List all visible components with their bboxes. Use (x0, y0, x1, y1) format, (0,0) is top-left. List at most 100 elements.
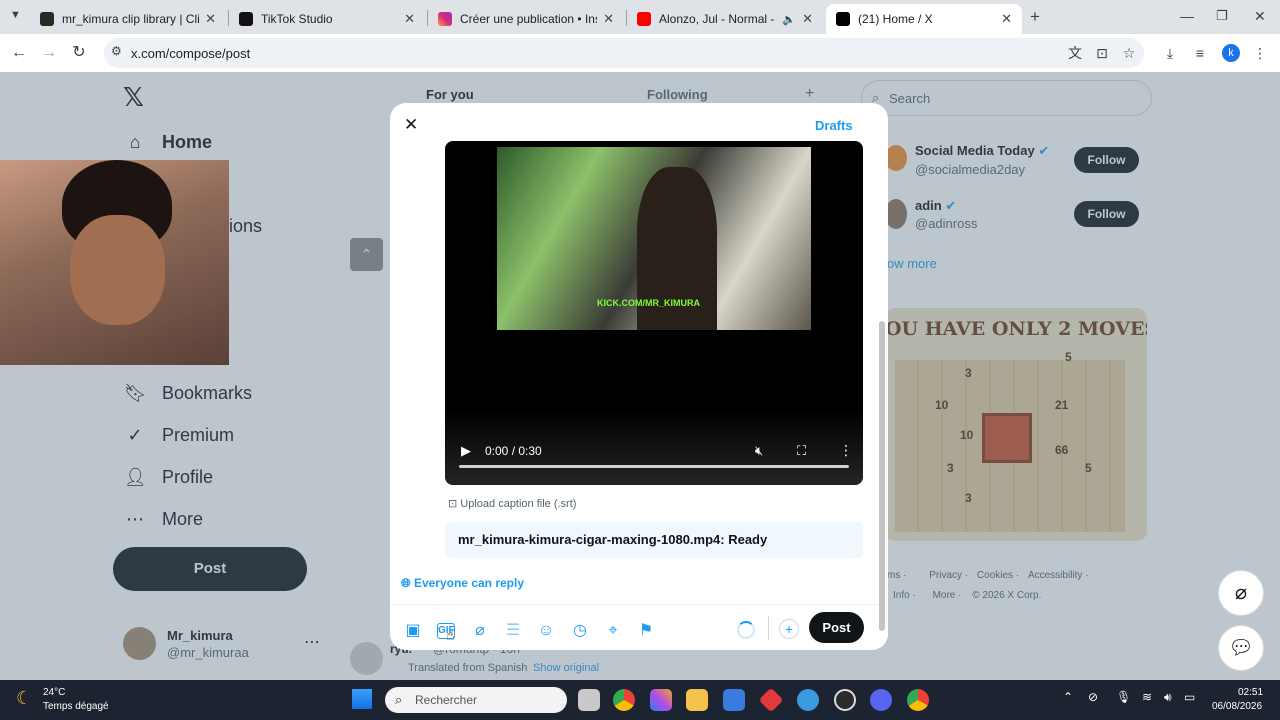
site-info-icon[interactable]: ⚙ (111, 44, 122, 58)
download-icon[interactable]: ⤓ (1160, 43, 1180, 63)
add-post-icon[interactable]: + (779, 619, 799, 639)
tab-title: Créer une publication • Instagram (460, 12, 597, 26)
microphone-icon[interactable]: 🎙︎ (1116, 690, 1131, 704)
browser-tab-bar: ▼ mr_kimura clip library | ClipLabz ✕ Ti… (0, 0, 1280, 34)
fullscreen-icon[interactable]: ⛶ (797, 443, 806, 459)
translate-icon[interactable]: 文 (1065, 43, 1085, 63)
webcam-overlay (0, 160, 229, 365)
taskbar-search-placeholder: Rechercher (415, 693, 478, 707)
video-progress-bar[interactable] (459, 465, 849, 468)
discord-icon[interactable] (870, 689, 892, 711)
webcam-face (70, 215, 165, 325)
media-icon[interactable]: ▣ (403, 621, 423, 641)
upload-caption-label: Upload caption file (.srt) (460, 498, 577, 510)
help-icon[interactable] (797, 689, 819, 711)
post-button[interactable]: Post (809, 612, 864, 643)
drafts-link[interactable]: Drafts (815, 118, 853, 133)
back-icon[interactable]: ← (8, 42, 30, 64)
reload-icon[interactable]: ↻ (68, 42, 90, 64)
close-window-icon[interactable]: ✕ (1254, 8, 1266, 25)
mouse-cursor-icon: ☝ (446, 627, 455, 643)
weather-temp[interactable]: 24°C (43, 687, 65, 698)
tiktok-icon (239, 12, 253, 26)
copilot-icon[interactable] (650, 689, 672, 711)
kebab-menu-icon[interactable]: ⋮ (1250, 43, 1270, 63)
close-modal-icon[interactable]: ✕ (404, 115, 418, 135)
close-tab-icon[interactable]: ✕ (603, 11, 614, 27)
messages-floating-button[interactable]: 💬︎ (1218, 625, 1264, 671)
video-frame: KICK.COM/MR_KIMURA (497, 147, 811, 330)
chrome-icon[interactable] (907, 689, 929, 711)
reply-setting[interactable]: 🌐︎ Everyone can reply (401, 576, 524, 591)
speaker-icon[interactable]: 🔈 (782, 13, 796, 26)
taskbar-search[interactable]: ⌕ Rechercher (385, 687, 567, 713)
tab-tiktok-studio[interactable]: TikTok Studio ✕ (229, 4, 425, 34)
windows-taskbar: ☾ 24°C Temps dégagé ⌕ Rechercher ⌃ ⊘ 🎙︎ … (0, 680, 1280, 720)
file-status: mr_kimura-kimura-cigar-maxing-1080.mp4: … (445, 522, 863, 558)
new-tab-icon[interactable]: + (1030, 7, 1040, 27)
file-explorer-icon[interactable] (686, 689, 708, 711)
url-text[interactable]: x.com/compose/post (131, 46, 250, 61)
schedule-icon[interactable]: ◷ (570, 621, 590, 641)
video-watermark: KICK.COM/MR_KIMURA (597, 298, 700, 308)
close-tab-icon[interactable]: ✕ (802, 11, 813, 27)
video-time: 0:00 / 0:30 (485, 444, 542, 458)
tab-youtube[interactable]: Alonzo, Jul - Normal - YouTube 🔈 ✕ (627, 4, 823, 34)
grok-icon[interactable]: ⌀ (470, 621, 490, 641)
close-tab-icon[interactable]: ✕ (1001, 11, 1012, 27)
caption-icon: ⊡ (448, 498, 458, 510)
battery-icon[interactable]: ▭ (1184, 690, 1195, 704)
location-icon[interactable]: ⌖ (603, 621, 623, 641)
clock-date[interactable]: 06/08/2026 (1212, 701, 1262, 712)
app-red-icon[interactable] (758, 687, 784, 713)
task-view-icon[interactable] (578, 689, 600, 711)
mute-icon[interactable]: 🔇︎ (755, 443, 763, 459)
search-icon: ⌕ (395, 692, 403, 707)
restore-icon[interactable]: ❐ (1216, 8, 1228, 24)
media-control-icon[interactable]: ≡ (1190, 43, 1210, 63)
bookmark-star-icon[interactable]: ☆ (1119, 43, 1139, 63)
grok-floating-button[interactable]: ⌀ (1218, 570, 1264, 616)
close-tab-icon[interactable]: ✕ (205, 11, 216, 27)
clock-time[interactable]: 02:51 (1238, 687, 1263, 698)
store-icon[interactable] (723, 689, 745, 711)
forward-icon[interactable]: → (38, 42, 60, 64)
tab-instagram[interactable]: Créer une publication • Instagram ✕ (428, 4, 624, 34)
tray-icon[interactable]: ⊘ (1088, 690, 1098, 704)
reply-setting-label: Everyone can reply (413, 576, 525, 590)
tab-title: TikTok Studio (261, 12, 333, 26)
compose-post-modal: ✕ Drafts KICK.COM/MR_KIMURA ▶ 0:00 / 0:3… (390, 103, 888, 650)
close-tab-icon[interactable]: ✕ (404, 11, 415, 27)
emoji-icon[interactable]: ☺ (536, 621, 556, 641)
install-app-icon[interactable]: ⊡ (1092, 43, 1112, 63)
play-icon[interactable]: ▶ (461, 443, 471, 459)
toolbar-divider (768, 616, 769, 640)
weather-desc[interactable]: Temps dégagé (43, 701, 109, 712)
windows-start-icon[interactable] (352, 689, 372, 709)
x-page: 𝕏 ⌂ Home ions 🔖︎ Bookmarks ✓ Premium 👤︎ … (0, 72, 1280, 680)
address-bar[interactable]: ⚙ x.com/compose/post (104, 38, 1144, 68)
wifi-icon[interactable]: ≋ (1142, 690, 1152, 704)
tab-title: Alonzo, Jul - Normal - YouTube (659, 12, 778, 26)
browser-toolbar: ← → ↻ ⚙ x.com/compose/post 文 ⊡ ☆ ⤓ ≡ k ⋮ (0, 34, 1280, 72)
youtube-icon (637, 12, 651, 26)
flag-icon[interactable]: ⚑ (636, 621, 656, 641)
video-controls: ▶ 0:00 / 0:30 🔇︎ ⛶ ⋮ (445, 409, 863, 485)
chrome-icon[interactable] (613, 689, 635, 711)
tab-search-dropdown-icon[interactable]: ▼ (10, 9, 21, 21)
cliplabz-icon (40, 12, 54, 26)
minimize-icon[interactable]: — (1180, 8, 1194, 24)
weather-icon[interactable]: ☾ (16, 688, 32, 709)
profile-avatar[interactable]: k (1222, 44, 1240, 62)
video-menu-icon[interactable]: ⋮ (839, 442, 853, 459)
obs-icon[interactable] (834, 689, 856, 711)
poll-icon[interactable]: ☰ (503, 621, 523, 641)
tab-title: mr_kimura clip library | ClipLabz (62, 12, 199, 26)
video-player[interactable]: KICK.COM/MR_KIMURA ▶ 0:00 / 0:30 🔇︎ ⛶ ⋮ (445, 141, 863, 485)
tray-chevron-icon[interactable]: ⌃ (1063, 690, 1073, 704)
modal-scrollbar[interactable] (879, 321, 885, 631)
volume-icon[interactable]: 🔊︎ (1164, 690, 1172, 705)
tab-cliplabz[interactable]: mr_kimura clip library | ClipLabz ✕ (30, 4, 226, 34)
upload-caption[interactable]: ⊡ Upload caption file (.srt) (448, 497, 576, 510)
tab-x-home[interactable]: (21) Home / X ✕ (826, 4, 1022, 34)
